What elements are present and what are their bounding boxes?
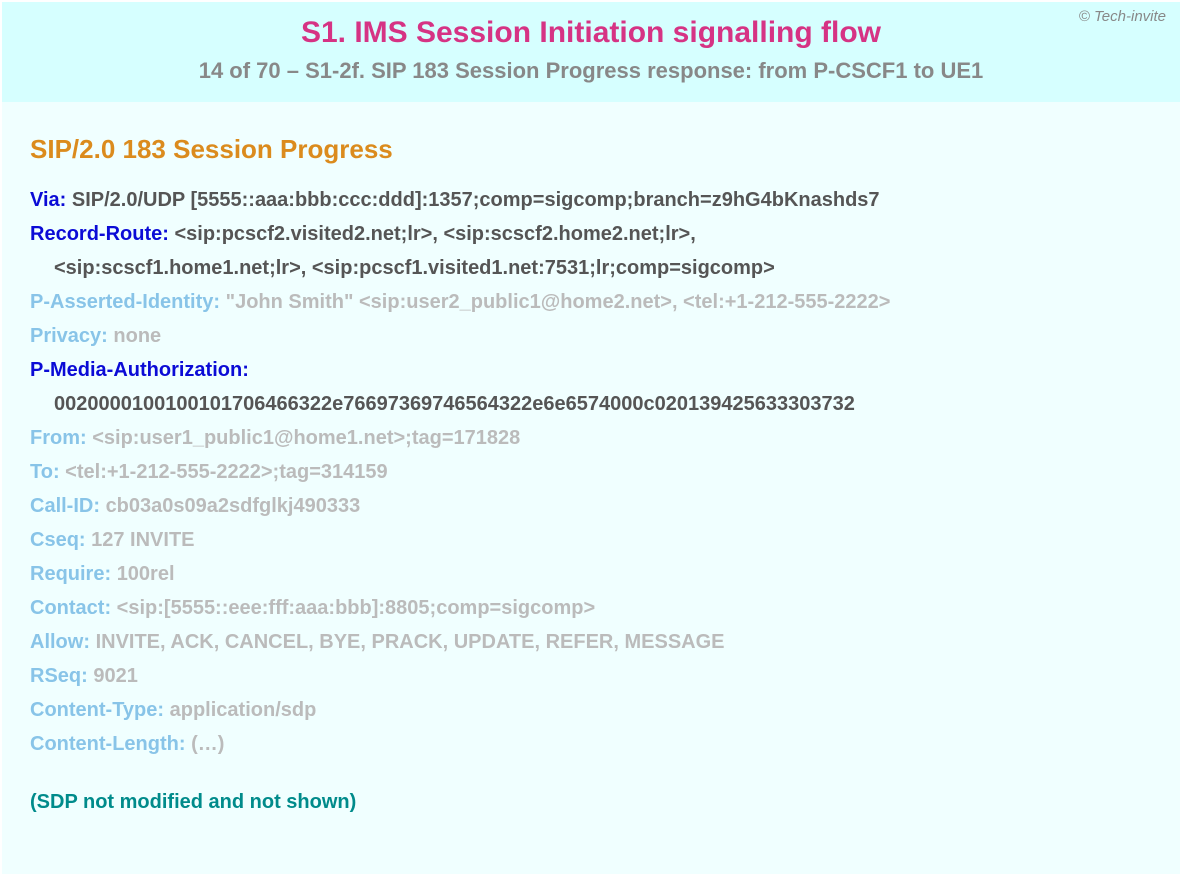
sip-status-line: SIP/2.0 183 Session Progress xyxy=(30,134,1152,165)
header-name: To xyxy=(30,461,53,483)
header-value: application/sdp xyxy=(170,699,317,721)
sip-header-privacy: Privacy: none xyxy=(30,319,1152,353)
sip-header-p-asserted-identity: P-Asserted-Identity: "John Smith" <sip:u… xyxy=(30,285,1152,319)
header-value: 100rel xyxy=(117,563,175,585)
header-value: cb03a0s09a2sdfglkj490333 xyxy=(106,495,361,517)
sip-header-require: Require: 100rel xyxy=(30,557,1152,591)
header-name: Call-ID xyxy=(30,495,93,517)
header-value: <sip:user1_public1@home1.net>;tag=171828 xyxy=(92,427,520,449)
header-value: 0020000100100101706466322e76697369746564… xyxy=(54,393,855,415)
sdp-note: (SDP not modified and not shown) xyxy=(30,791,1152,814)
header-value: <sip:scscf1.home1.net;lr>, <sip:pcscf1.v… xyxy=(54,257,775,279)
sip-header-content-length: Content-Length: (…) xyxy=(30,727,1152,761)
header-value: "John Smith" <sip:user2_public1@home2.ne… xyxy=(226,291,891,313)
header-name: P-Asserted-Identity xyxy=(30,291,213,313)
header-value: 9021 xyxy=(93,665,138,687)
sip-header-p-media-authorization: P-Media-Authorization: xyxy=(30,353,1152,387)
sip-header-from: From: <sip:user1_public1@home1.net>;tag=… xyxy=(30,421,1152,455)
copyright-notice: © Tech-invite xyxy=(1079,8,1166,25)
sip-header-allow: Allow: INVITE, ACK, CANCEL, BYE, PRACK, … xyxy=(30,625,1152,659)
sip-header-contact: Contact: <sip:[5555::eee:fff:aaa:bbb]:88… xyxy=(30,591,1152,625)
header-value: none xyxy=(113,325,161,347)
header-value: SIP/2.0/UDP [5555::aaa:bbb:ccc:ddd]:1357… xyxy=(72,189,880,211)
header-name: Cseq xyxy=(30,529,79,551)
document-header: © Tech-invite S1. IMS Session Initiation… xyxy=(2,2,1180,102)
document-body: SIP/2.0 183 Session Progress Via: SIP/2.… xyxy=(2,102,1180,874)
header-name: P-Media-Authorization xyxy=(30,359,242,381)
header-name: Via xyxy=(30,189,60,211)
header-value: 127 INVITE xyxy=(91,529,194,551)
sip-header-to: To: <tel:+1-212-555-2222>;tag=314159 xyxy=(30,455,1152,489)
sip-header-rseq: RSeq: 9021 xyxy=(30,659,1152,693)
header-name: RSeq xyxy=(30,665,81,687)
page-title: S1. IMS Session Initiation signalling fl… xyxy=(22,16,1160,50)
sip-header-cseq: Cseq: 127 INVITE xyxy=(30,523,1152,557)
header-name: Record-Route xyxy=(30,223,162,245)
header-value: (…) xyxy=(191,733,224,755)
sip-header-call-id: Call-ID: cb03a0s09a2sdfglkj490333 xyxy=(30,489,1152,523)
sip-header-p-media-authorization-value: 0020000100100101706466322e76697369746564… xyxy=(30,387,1152,421)
header-value: <sip:[5555::eee:fff:aaa:bbb]:8805;comp=s… xyxy=(117,597,595,619)
header-name: Require xyxy=(30,563,104,585)
header-name: From xyxy=(30,427,80,449)
header-name: Privacy xyxy=(30,325,101,347)
document-frame: © Tech-invite S1. IMS Session Initiation… xyxy=(2,2,1180,874)
header-value: INVITE, ACK, CANCEL, BYE, PRACK, UPDATE,… xyxy=(96,631,725,653)
header-value: <tel:+1-212-555-2222>;tag=314159 xyxy=(65,461,387,483)
header-name: Allow xyxy=(30,631,83,653)
page-subtitle: 14 of 70 – S1-2f. SIP 183 Session Progre… xyxy=(22,58,1160,84)
header-name: Content-Type xyxy=(30,699,157,721)
sip-header-content-type: Content-Type: application/sdp xyxy=(30,693,1152,727)
header-value: <sip:pcscf2.visited2.net;lr>, <sip:scscf… xyxy=(174,223,695,245)
header-name: Content-Length xyxy=(30,733,179,755)
sip-header-via: Via: SIP/2.0/UDP [5555::aaa:bbb:ccc:ddd]… xyxy=(30,183,1152,217)
sip-header-record-route-cont: <sip:scscf1.home1.net;lr>, <sip:pcscf1.v… xyxy=(30,251,1152,285)
sip-header-record-route: Record-Route: <sip:pcscf2.visited2.net;l… xyxy=(30,217,1152,251)
header-name: Contact xyxy=(30,597,104,619)
